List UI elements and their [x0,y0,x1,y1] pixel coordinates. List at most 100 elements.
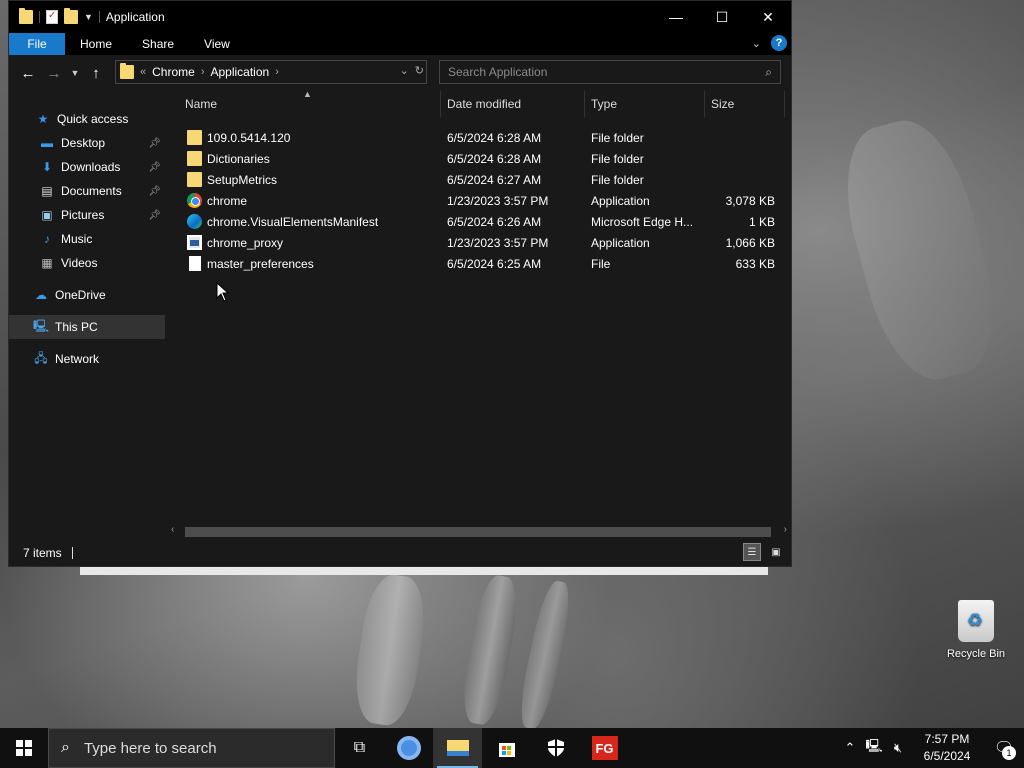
file-date: 1/23/2023 3:57 PM [447,236,549,250]
expand-ribbon-chevron-icon[interactable]: ⌄ [752,37,761,50]
file-date: 6/5/2024 6:27 AM [447,173,542,187]
pin-icon[interactable]: 📌︎ [148,138,161,149]
scrollbar-thumb[interactable] [185,527,771,537]
store-taskbar-button[interactable] [482,728,531,768]
fg-app-taskbar-button[interactable]: FG [580,728,629,768]
action-center-button[interactable]: 🗨︎ 1 [984,728,1024,768]
breadcrumb-application[interactable]: Application [210,65,269,79]
column-header-size[interactable]: Size [705,91,785,117]
file-date: 6/5/2024 6:26 AM [447,215,542,229]
videos-icon: ▦ [41,256,53,270]
table-row[interactable]: SetupMetrics 6/5/2024 6:27 AM File folde… [165,169,791,190]
windows-logo-icon [16,740,32,756]
application-icon [187,235,202,250]
file-size: 633 KB [735,257,775,271]
network-status-icon[interactable]: 🖳︎ [862,737,886,759]
table-row[interactable]: master_preferences 6/5/2024 6:25 AM File… [165,253,791,274]
scroll-left-icon[interactable]: ‹ [171,524,174,535]
sidebar-item-music[interactable]: ♪ Music [9,227,165,251]
customize-toolbar-chevron-icon[interactable]: ▼ [84,12,93,22]
taskbar-search[interactable]: ⌕ Type here to search [48,728,335,768]
back-arrow-icon[interactable]: ← [15,65,41,82]
sidebar-item-network[interactable]: 🖧︎ Network [9,347,165,371]
documents-icon: ▤ [41,184,53,198]
pin-icon[interactable]: 📌︎ [148,162,161,173]
tab-view[interactable]: View [189,33,245,55]
column-header-type[interactable]: Type [585,91,705,117]
file-type: Application [591,194,650,208]
clock[interactable]: 7:57 PM 6/5/2024 [910,731,984,765]
tab-file[interactable]: File [9,33,65,55]
properties-icon[interactable] [46,10,58,24]
chrome-taskbar-button[interactable] [384,728,433,768]
address-history-chevron-icon[interactable]: ⌄ [400,64,409,77]
file-rows: 109.0.5414.120 6/5/2024 6:28 AM File fol… [165,127,791,274]
search-icon: ⌕ [61,739,70,756]
table-row[interactable]: Dictionaries 6/5/2024 6:28 AM File folde… [165,148,791,169]
horizontal-scrollbar[interactable]: ‹ › [165,523,791,539]
sidebar-item-pictures[interactable]: ▣ Pictures 📌︎ [9,203,165,227]
network-icon: 🖧︎ [34,350,48,365]
sidebar-item-quick-access[interactable]: ★ Quick access [9,107,165,131]
minimize-button[interactable]: — [653,1,699,33]
sidebar-item-videos[interactable]: ▦ Videos [9,251,165,275]
table-row[interactable]: chrome.VisualElementsManifest 6/5/2024 6… [165,211,791,232]
search-input[interactable] [448,65,748,79]
new-folder-icon[interactable] [64,8,78,24]
up-arrow-icon[interactable]: ↑ [83,65,109,82]
taskbar: ⌕ Type here to search ⧉ FG ⌃ 🖳︎ 🔇︎ 7:57 … [0,728,1024,768]
breadcrumb-chevron-icon[interactable]: › [275,66,279,78]
file-name: Dictionaries [207,152,270,166]
desktop-recycle-bin[interactable]: Recycle Bin [940,600,1012,660]
divider [71,546,73,559]
table-row[interactable]: 109.0.5414.120 6/5/2024 6:28 AM File fol… [165,127,791,148]
pictures-icon: ▣ [41,208,53,222]
column-header-name[interactable]: Name [179,91,441,117]
file-explorer-taskbar-button[interactable] [433,728,482,768]
breadcrumb-chrome[interactable]: Chrome [152,65,195,79]
details-view-icon[interactable]: ☰ [743,543,761,561]
sidebar-item-this-pc[interactable]: 🖳︎ This PC [9,315,165,339]
navigation-pane: ★ Quick access ▬ Desktop 📌︎ ⬇ Downloads … [9,91,165,539]
sidebar-item-downloads[interactable]: ⬇ Downloads 📌︎ [9,155,165,179]
wallpaper-rock [828,108,1012,392]
tab-share[interactable]: Share [127,33,189,55]
search-icon[interactable]: ⌕ [765,65,772,80]
task-view-button[interactable]: ⧉ [335,728,384,768]
search-box[interactable]: ⌕ [439,60,781,84]
download-icon: ⬇ [41,160,53,174]
refresh-icon[interactable]: ↻ [415,64,424,77]
security-taskbar-button[interactable] [531,728,580,768]
volume-muted-icon[interactable]: 🔇︎ [886,740,910,756]
folder-icon [120,63,134,79]
close-button[interactable]: ✕ [745,1,791,33]
maximize-button[interactable]: ☐ [699,1,745,33]
wallpaper-rock [457,572,523,728]
sidebar-item-desktop[interactable]: ▬ Desktop 📌︎ [9,131,165,155]
clock-date: 6/5/2024 [923,749,971,763]
breadcrumb-overflow[interactable]: « [140,66,146,78]
breadcrumb-chevron-icon[interactable]: › [201,66,205,78]
recycle-bin-label: Recycle Bin [946,648,1006,660]
tab-home[interactable]: Home [65,33,127,55]
file-type: Microsoft Edge H... [591,215,694,229]
address-bar[interactable]: « Chrome › Application › ⌄ ↻ [115,60,427,84]
start-button[interactable] [0,728,48,768]
show-hidden-icons-chevron-icon[interactable]: ⌃ [838,740,862,756]
system-tray: ⌃ 🖳︎ 🔇︎ 7:57 PM 6/5/2024 🗨︎ 1 [838,728,1024,768]
sidebar-item-documents[interactable]: ▤ Documents 📌︎ [9,179,165,203]
pin-icon[interactable]: 📌︎ [148,186,161,197]
file-date: 6/5/2024 6:25 AM [447,257,542,271]
pin-icon[interactable]: 📌︎ [148,210,161,221]
help-icon[interactable]: ? [771,35,787,51]
sidebar-item-label: Quick access [57,112,129,126]
scroll-right-icon[interactable]: › [784,524,787,535]
large-icons-view-icon[interactable]: ▣ [767,543,785,561]
table-row[interactable]: chrome 1/23/2023 3:57 PM Application 3,0… [165,190,791,211]
table-row[interactable]: chrome_proxy 1/23/2023 3:57 PM Applicati… [165,232,791,253]
recent-locations-chevron-icon[interactable]: ▼ [67,68,83,78]
forward-arrow-icon[interactable]: → [41,65,67,82]
sidebar-item-onedrive[interactable]: ☁ OneDrive [9,283,165,307]
title-bar[interactable]: ▼ Application — ☐ ✕ [9,1,791,33]
column-header-date[interactable]: Date modified [441,91,585,117]
